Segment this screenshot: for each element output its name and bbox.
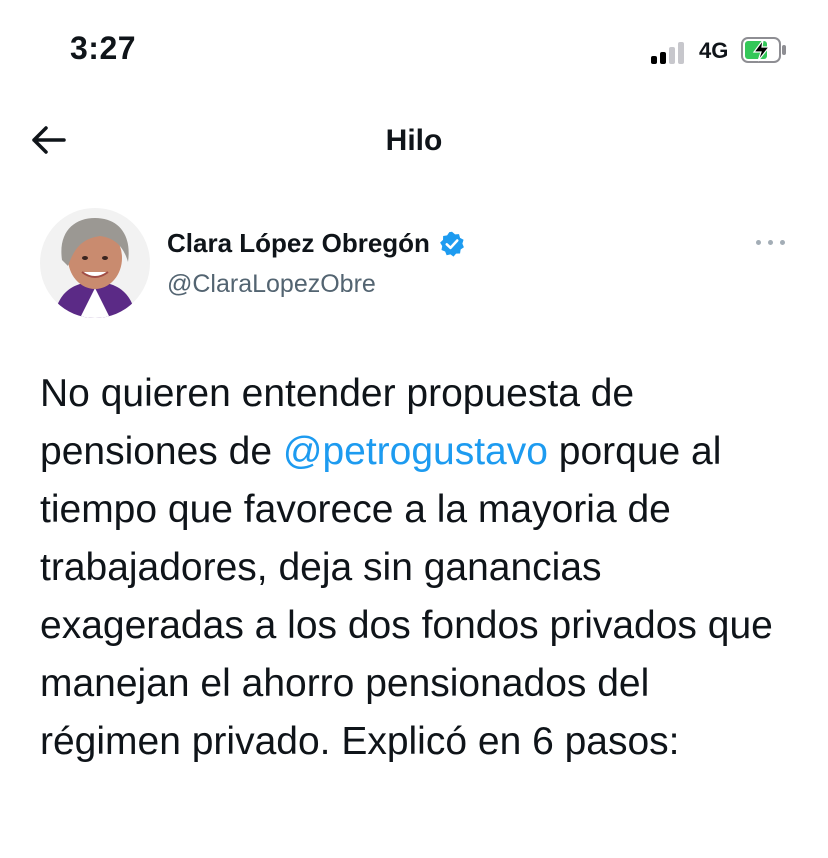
status-time: 3:27 [70, 30, 137, 66]
avatar[interactable] [40, 208, 150, 318]
network-type: 4G [699, 38, 729, 63]
mention-link[interactable]: @petrogustavo [283, 430, 548, 473]
signal-icon [651, 40, 691, 64]
status-bar: 3:27 4G [0, 0, 828, 100]
author-name-row: Clara López Obregón [167, 228, 466, 259]
thread-header: Hilo [0, 100, 828, 180]
more-options-icon[interactable] [754, 232, 788, 252]
author-display-name[interactable]: Clara López Obregón [167, 228, 430, 259]
tweet-text: No quieren entender propuesta de pension… [40, 365, 800, 771]
verified-badge-icon [440, 231, 464, 257]
page-title: Hilo [385, 124, 443, 157]
tweet-text-part: porque al tiempo que favorece a la mayor… [40, 430, 773, 763]
author-handle[interactable]: @ClaraLopezObre [167, 270, 376, 299]
battery-charging-icon [741, 37, 786, 63]
